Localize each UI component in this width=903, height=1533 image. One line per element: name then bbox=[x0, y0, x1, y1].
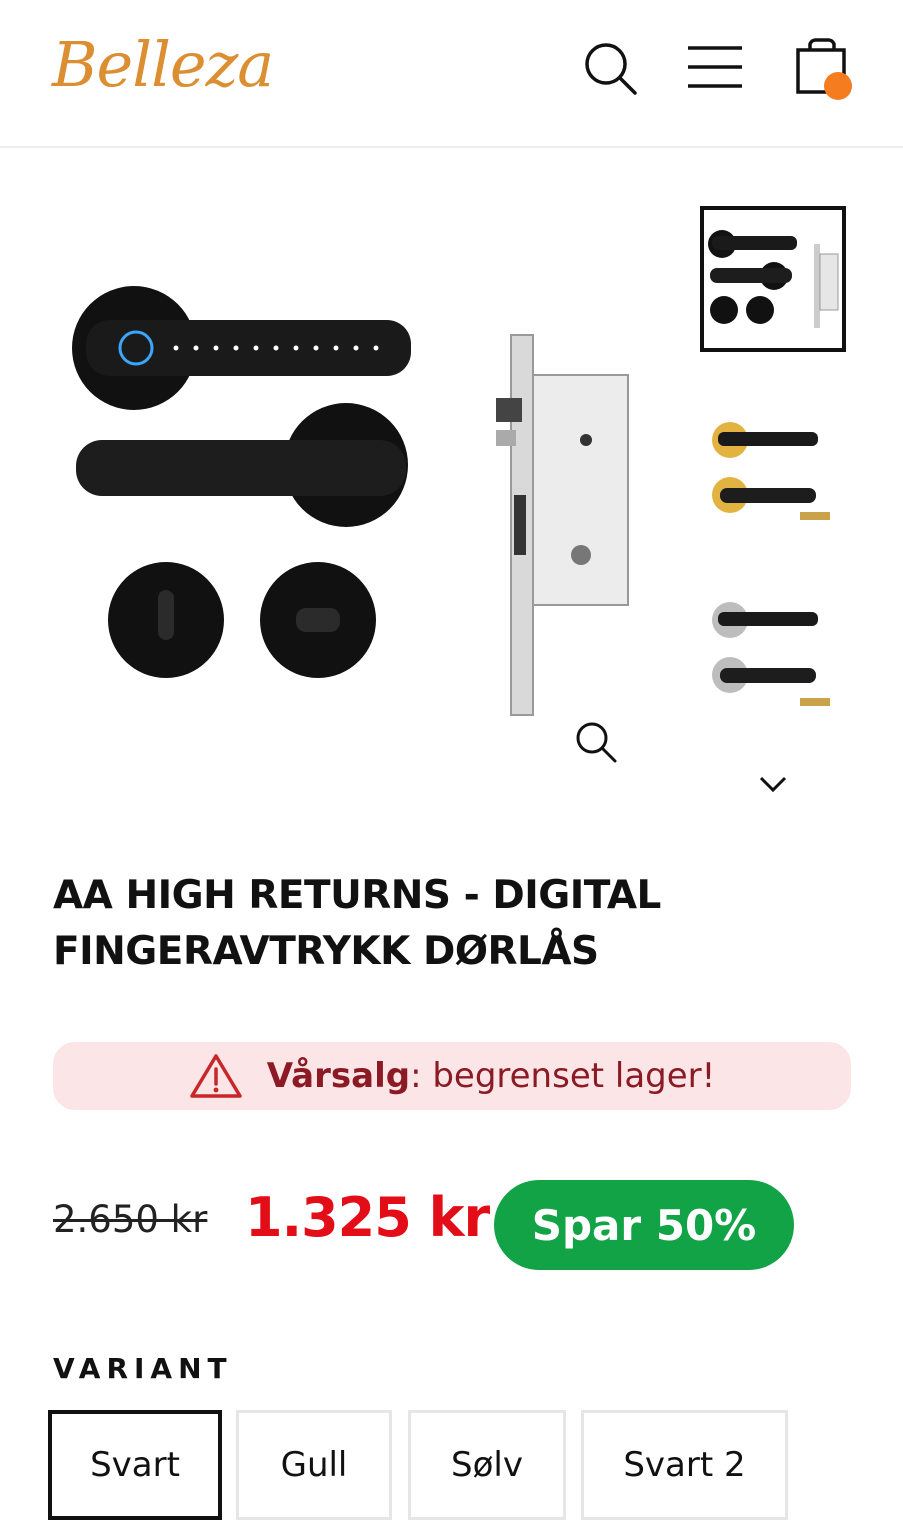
main-product-image[interactable] bbox=[56, 240, 656, 720]
price-row: 2.650 kr 1.325 kr Spar 50% bbox=[53, 1180, 853, 1270]
thumbnail-black[interactable] bbox=[700, 206, 846, 352]
alert-rest: : begrenset lager! bbox=[410, 1056, 716, 1096]
variant-option-solv[interactable]: Sølv bbox=[408, 1410, 566, 1520]
variant-option-svart[interactable]: Svart bbox=[48, 1410, 222, 1520]
thumbnail-gold-image bbox=[700, 400, 846, 546]
menu-icon[interactable] bbox=[686, 44, 744, 90]
brand-logo[interactable]: Belleza bbox=[52, 28, 274, 101]
thumbnail-gold[interactable] bbox=[700, 400, 846, 546]
product-gallery bbox=[0, 150, 903, 810]
chevron-down-icon[interactable] bbox=[758, 772, 788, 796]
sale-alert: Vårsalg: begrenset lager! bbox=[53, 1042, 851, 1110]
current-price: 1.325 kr bbox=[245, 1186, 490, 1249]
save-badge: Spar 50% bbox=[494, 1180, 794, 1270]
variant-options: Svart Gull Sølv Svart 2 bbox=[48, 1410, 808, 1520]
cart-badge bbox=[824, 72, 852, 100]
variant-option-gull[interactable]: Gull bbox=[236, 1410, 392, 1520]
site-header: Belleza bbox=[0, 0, 903, 148]
search-icon[interactable] bbox=[582, 40, 638, 96]
alert-text: Vårsalg: begrenset lager! bbox=[267, 1056, 716, 1096]
alert-strong: Vårsalg bbox=[266, 1056, 411, 1096]
variant-option-svart-2[interactable]: Svart 2 bbox=[581, 1410, 788, 1520]
warning-icon bbox=[189, 1054, 242, 1098]
shopping-bag-icon[interactable] bbox=[794, 38, 858, 104]
zoom-icon[interactable] bbox=[574, 720, 618, 764]
thumbnail-silver-image bbox=[700, 580, 846, 726]
thumbnail-black-image bbox=[704, 210, 842, 348]
product-title: AA HIGH RETURNS - DIGITAL FINGERAVTRYKK … bbox=[53, 873, 661, 974]
variant-label: VARIANT bbox=[53, 1352, 233, 1385]
compare-at-price: 2.650 kr bbox=[53, 1198, 208, 1241]
thumbnail-silver[interactable] bbox=[700, 580, 846, 726]
